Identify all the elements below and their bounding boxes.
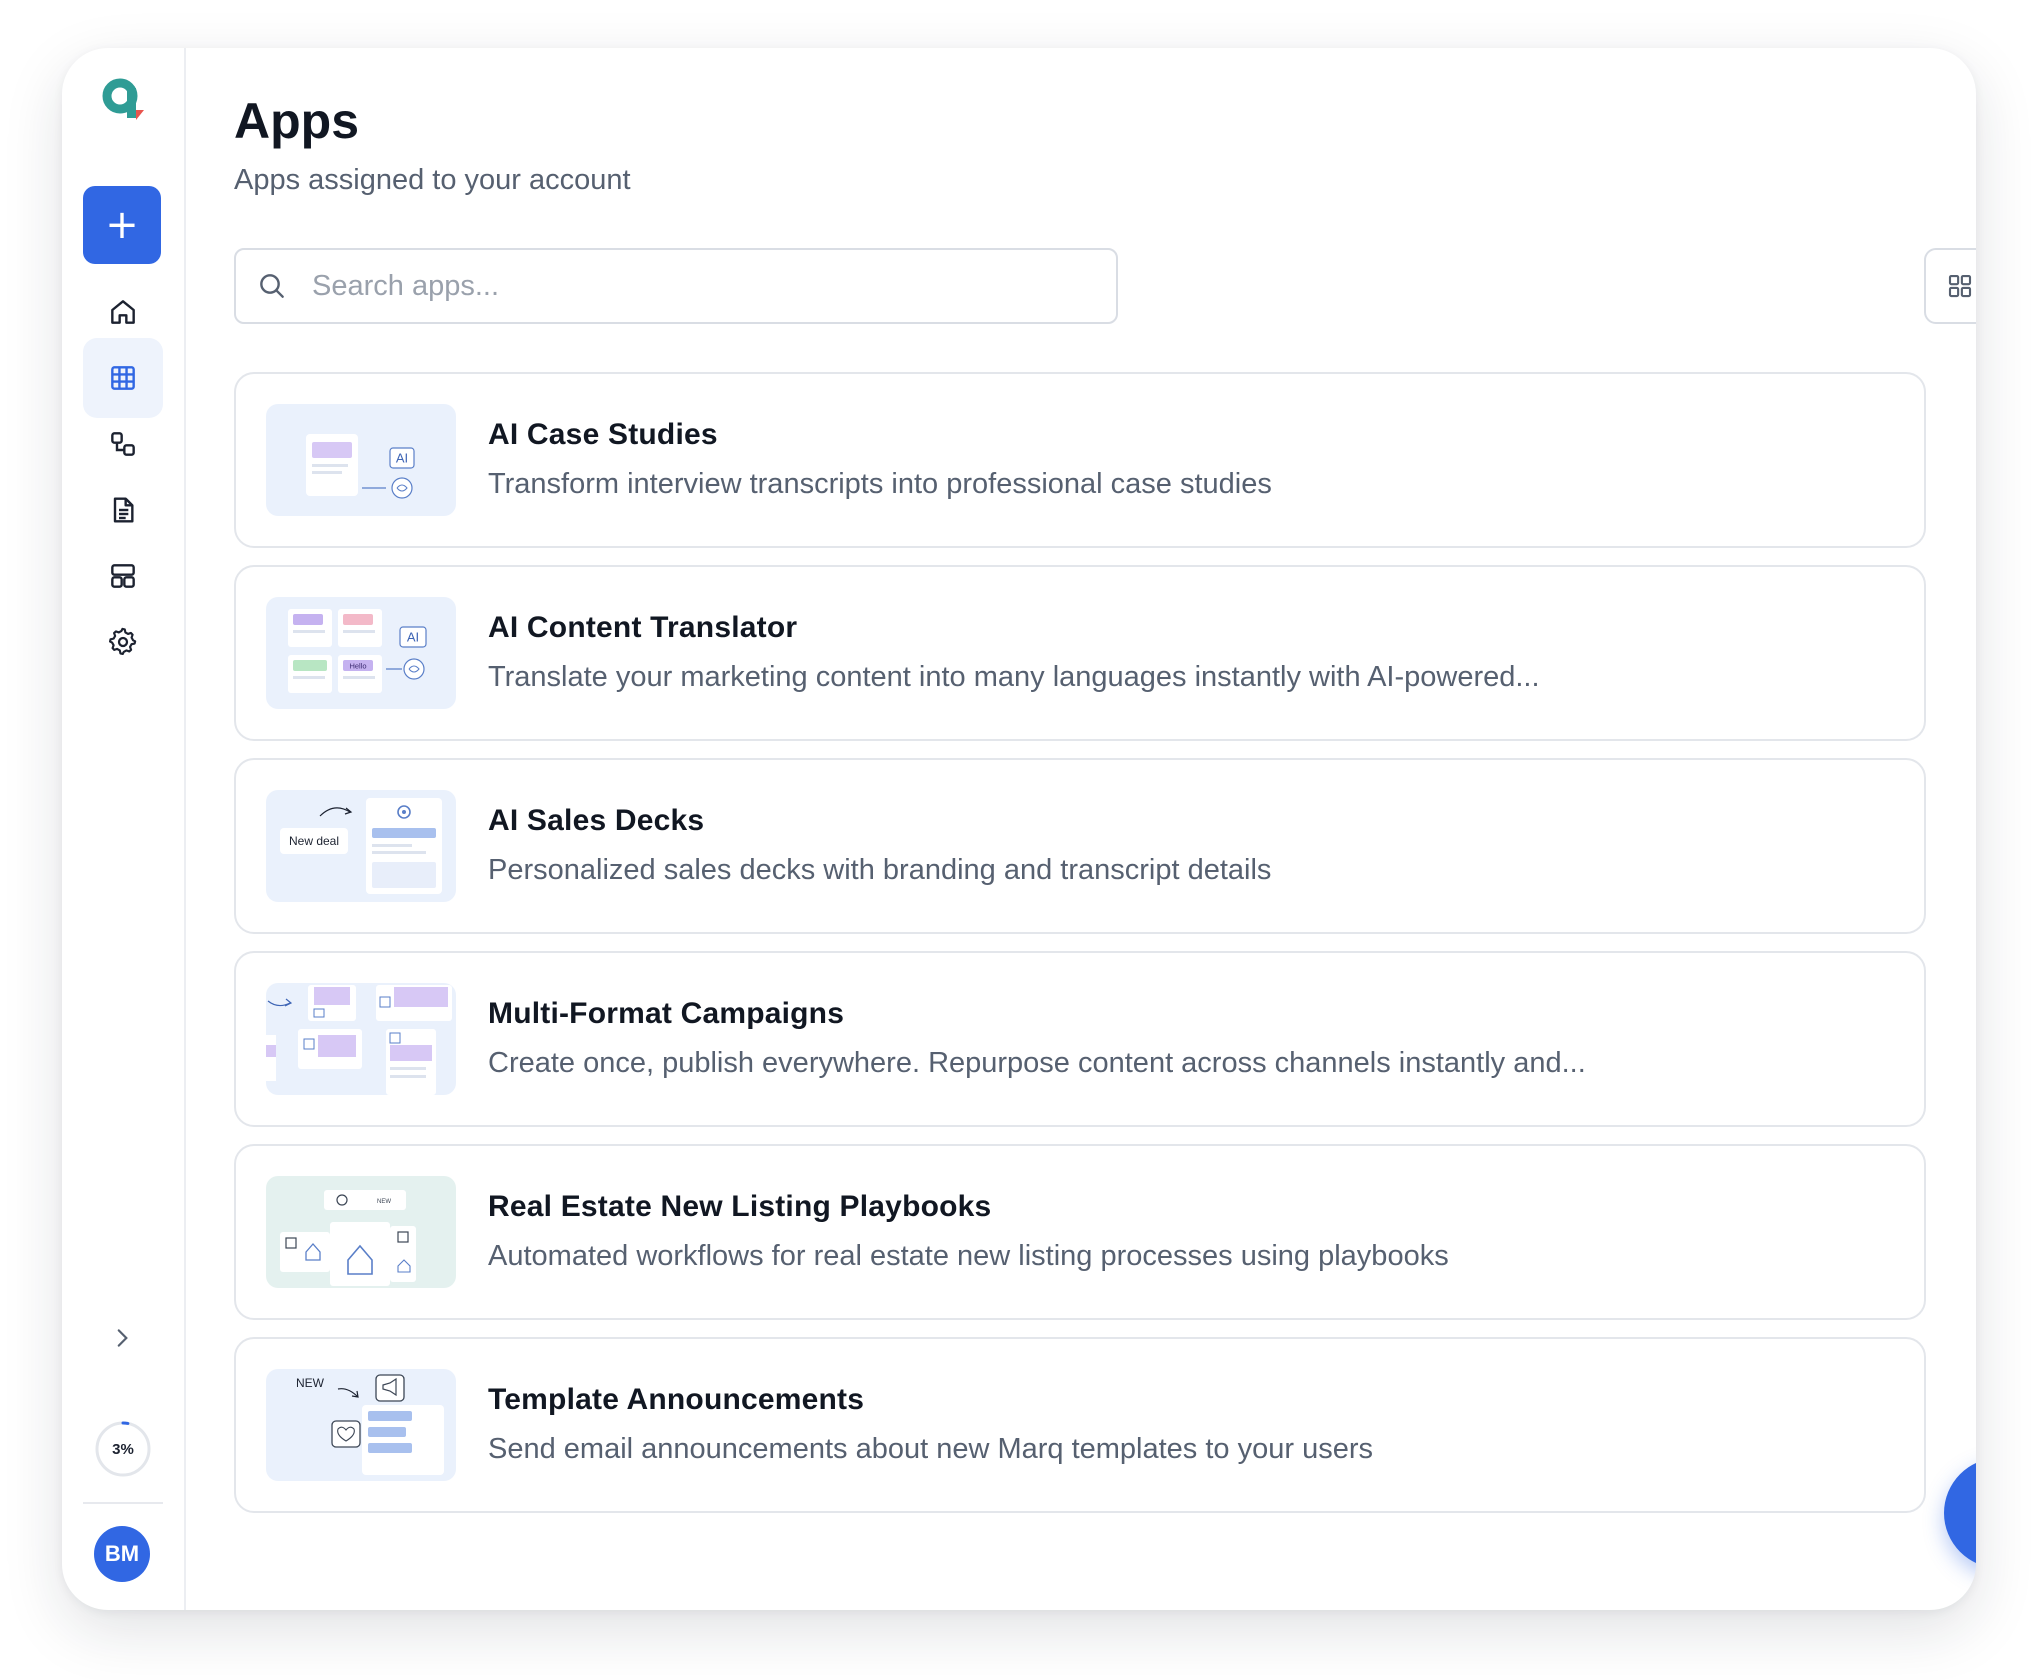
app-description: Automated workflows for real estate new … [488,1240,1449,1272]
app-thumbnail: NEW [266,1369,456,1481]
search-box[interactable] [234,248,1118,324]
app-description: Send email announcements about new Marq … [488,1433,1373,1465]
app-title: Template Announcements [488,1383,865,1416]
app-thumbnail: Hello AI [266,597,456,709]
app-thumbnail [266,983,456,1095]
svg-text:Hello: Hello [349,662,366,671]
app-card-ai-content-translator[interactable]: Hello AI AI Content Translator Translate… [234,565,1926,741]
grid-view-icon [1948,274,1972,298]
app-card-ai-sales-decks[interactable]: New deal AI Sales Decks Personalized sal… [234,758,1926,934]
main-content: Apps Apps assigned to your account Searc… [188,48,1976,1610]
app-description: Create once, publish everywhere. Repurpo… [488,1047,1586,1079]
sidebar-item-settings[interactable] [83,602,163,682]
home-icon [111,300,135,324]
page-subtitle: Apps assigned to your account [234,164,631,196]
app-card-template-announcements[interactable]: NEW Template Announcements Send email an… [234,1337,1926,1513]
svg-text:New deal: New deal [289,834,339,848]
progress-label: 3% [112,1440,134,1458]
view-toggle [1924,248,1976,324]
svg-text:AI: AI [407,630,419,645]
svg-text:AI: AI [396,451,408,466]
app-description: Personalized sales decks with branding a… [488,854,1272,886]
create-button[interactable]: + [83,186,161,264]
document-icon [113,497,134,523]
layout-icon [111,564,135,588]
app-card-ai-case-studies[interactable]: AI AI Case Studies Transform interview t… [234,372,1926,548]
help-button[interactable] [1944,1458,1976,1568]
app-thumbnail: NEW [266,1176,456,1288]
workflow-icon [111,432,135,456]
search-input[interactable] [312,269,1092,303]
question-mark-icon [1973,1487,1976,1539]
app-description: Transform interview transcripts into pro… [488,468,1272,500]
grid-icon [111,366,135,390]
marq-logo-icon[interactable] [96,72,152,128]
app-title: Real Estate New Listing Playbooks [488,1190,992,1223]
app-window: + 3% BM Apps Apps assigned to your accou… [62,48,1976,1610]
app-card-real-estate-playbooks[interactable]: NEW Real Estate New Listing Playbooks Au… [234,1144,1926,1320]
svg-text:NEW: NEW [377,1199,391,1205]
app-thumbnail: AI [266,404,456,516]
app-thumbnail: New deal [266,790,456,902]
plus-icon: + [105,202,139,248]
chevron-right-icon [117,1329,128,1347]
page-title: Apps [234,93,359,149]
grid-view-button[interactable] [1934,260,1976,312]
user-avatar[interactable]: BM [94,1526,150,1582]
sidebar: + 3% BM [62,48,186,1610]
app-title: AI Content Translator [488,611,798,644]
sidebar-expand-button[interactable] [102,1318,142,1358]
svg-text:NEW: NEW [296,1376,325,1390]
sidebar-divider [83,1502,163,1504]
app-description: Translate your marketing content into ma… [488,661,1540,693]
app-card-multi-format-campaigns[interactable]: Multi-Format Campaigns Create once, publ… [234,951,1926,1127]
app-title: AI Case Studies [488,418,718,451]
app-title: Multi-Format Campaigns [488,997,845,1030]
app-title: AI Sales Decks [488,804,705,837]
search-icon [260,274,284,298]
gear-icon [108,627,137,656]
